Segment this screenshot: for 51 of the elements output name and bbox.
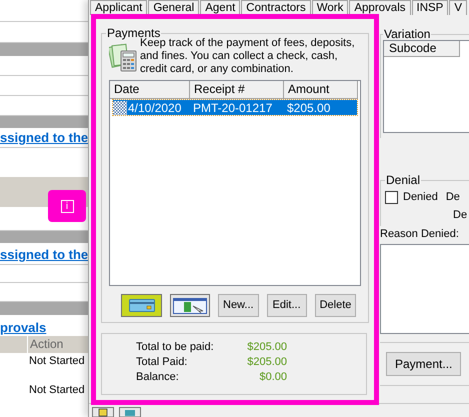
tab[interactable]: Contractors: [241, 0, 311, 15]
action-button[interactable]: Payment...: [386, 352, 462, 376]
link[interactable]: ssigned to the: [0, 247, 88, 263]
table-cell-text: PMT-20-01217: [192, 100, 274, 114]
tab[interactable]: INSP: [412, 0, 448, 15]
total-value: $0.00: [259, 370, 287, 385]
table-cell: 4/10/2020: [128, 100, 182, 114]
link[interactable]: ssigned to the: [0, 130, 88, 146]
column-header[interactable]: Amount: [284, 81, 358, 99]
total-value: $205.00: [247, 340, 287, 355]
calculator-icon: [109, 42, 138, 72]
group-title: Variation: [383, 28, 432, 40]
link[interactable]: provals: [0, 320, 46, 336]
tab[interactable]: Work: [312, 0, 348, 15]
cash-icon: [173, 298, 207, 314]
field-label: De: [446, 190, 460, 205]
credit-card-icon: [128, 299, 154, 312]
credit-card-button[interactable]: [121, 294, 162, 317]
tab[interactable]: Approvals: [349, 0, 410, 15]
tab[interactable]: V: [449, 0, 468, 15]
checkbox-label: Denied: [403, 190, 438, 205]
action-button[interactable]: Delete: [314, 294, 356, 317]
field-label: De: [453, 208, 468, 223]
tab[interactable]: Applicant: [90, 0, 148, 15]
description: Keep track of the payment of fees, deposits, and fines. You can collect a check, cash, credit card, or any combination.: [140, 37, 356, 76]
total-label: Total to be paid:: [136, 340, 214, 355]
tab[interactable]: General: [148, 0, 200, 15]
total-label: Balance:: [136, 370, 179, 385]
reason-field[interactable]: [380, 244, 469, 334]
toolbar-icon[interactable]: [92, 407, 114, 417]
toolbar-icon[interactable]: [119, 407, 141, 417]
action-button[interactable]: New...: [218, 294, 259, 317]
table-cell-text: $205.00: [286, 100, 332, 114]
table-cell: Not Started: [29, 354, 85, 368]
total-label: Total Paid:: [136, 355, 188, 370]
cash-button[interactable]: [170, 294, 210, 317]
table-header: Action: [29, 336, 64, 353]
group-title: Payments: [106, 27, 160, 39]
list-row[interactable]: 4/10/2020 PMT-20-01217 $205.00: [113, 100, 357, 115]
column-header[interactable]: Subcode: [384, 41, 460, 57]
action-button[interactable]: Edit...: [266, 294, 307, 317]
info-icon: i: [60, 200, 74, 212]
tab[interactable]: Agent: [200, 0, 240, 15]
table-cell: Not Started: [29, 383, 85, 397]
field-label: Reason Denied:: [380, 227, 459, 241]
column-header[interactable]: Date: [110, 81, 190, 99]
checkbox[interactable]: [385, 190, 398, 204]
column-header[interactable]: Receipt #: [190, 81, 284, 99]
row-icon: [113, 100, 127, 114]
total-value: $205.00: [247, 355, 287, 370]
group-title: Denial: [385, 174, 422, 186]
